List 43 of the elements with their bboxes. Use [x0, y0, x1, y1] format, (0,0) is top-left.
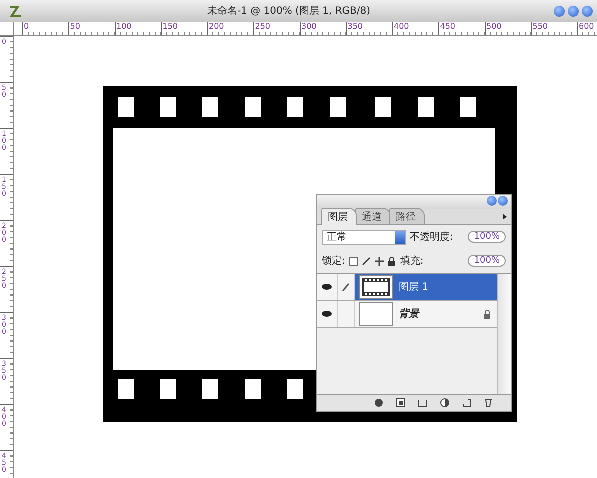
eye-icon[interactable] [322, 311, 332, 317]
panel-tab[interactable]: 路径 [389, 208, 425, 224]
opacity-label: 不透明度: [410, 230, 454, 244]
layer-row[interactable]: 背景 [317, 301, 497, 328]
window-button[interactable] [568, 6, 579, 16]
fill-field[interactable]: 100% [468, 255, 506, 267]
window-button[interactable] [554, 6, 565, 16]
layer-style-icon[interactable] [396, 398, 406, 408]
ruler-label: 400 [392, 22, 438, 35]
ruler-label: 450 [438, 22, 484, 35]
ruler-label: 600 [577, 22, 597, 35]
ruler-label: 250 [253, 22, 300, 35]
ruler-label: 150 [160, 22, 207, 35]
layer-thumbnail [359, 275, 393, 299]
layer-row[interactable]: 图层 1 [317, 274, 497, 301]
ruler-label: 0 [22, 22, 68, 35]
app-icon [8, 3, 24, 19]
ruler-label: 550 [530, 22, 577, 35]
adjustment-icon[interactable] [440, 398, 450, 408]
panel-tab[interactable]: 通道 [355, 208, 391, 224]
trash-icon[interactable] [484, 398, 493, 408]
panel-tab[interactable]: 图层 [321, 208, 357, 225]
ruler-label: 300 [300, 22, 346, 35]
eye-icon[interactable] [322, 284, 332, 290]
ruler-label: 200 [207, 22, 254, 35]
ruler-label: 100 [114, 22, 161, 35]
ruler-label: 500 [484, 22, 531, 35]
lock-icon[interactable] [388, 256, 396, 266]
ruler-label: 350 [346, 22, 392, 35]
lock-label: 锁定: [322, 254, 346, 268]
move-icon[interactable] [375, 256, 384, 266]
scrollbar[interactable] [497, 274, 511, 394]
layer-thumbnail [359, 302, 393, 326]
lock-transparency-icon[interactable] [349, 256, 358, 266]
window-title: 未命名-1 @ 100% (图层 1, RGB/8) [206, 4, 372, 18]
opacity-field[interactable]: 100% [468, 231, 506, 243]
blend-mode-dropdown[interactable]: 正常 [322, 230, 406, 244]
layer-name: 背景 [399, 308, 421, 321]
window-button[interactable] [582, 6, 593, 16]
panel-menu-icon[interactable] [503, 214, 507, 220]
layer-name: 图层 1 [399, 281, 430, 294]
ruler-label: 50 [68, 22, 114, 35]
fill-label: 填充: [400, 254, 424, 268]
